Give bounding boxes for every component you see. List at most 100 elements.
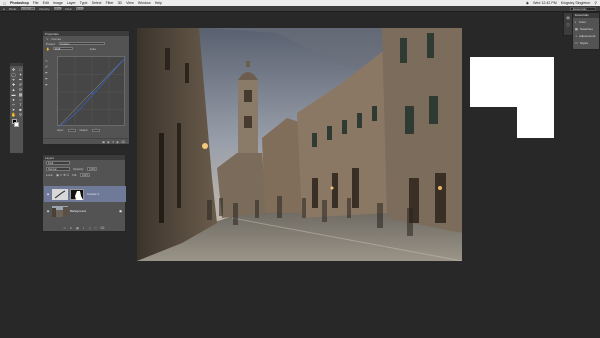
preset-select[interactable]: Custom [58, 41, 105, 46]
new-adjustment-icon[interactable]: ◐ [83, 226, 85, 230]
menu-3d[interactable]: 3D [118, 1, 123, 5]
menu-help[interactable]: Help [155, 1, 162, 5]
properties-footer: ▣ ◉ ↺ ◉ ⌫ [43, 138, 129, 144]
layers-footer: ∞ fx ▣ ◐ ▯ □ ⌫ [43, 225, 125, 231]
channel-select[interactable]: RGB [52, 46, 73, 51]
lock-icon: ▣ [119, 209, 122, 213]
menu-window[interactable]: Window [138, 1, 151, 5]
new-group-icon[interactable]: ▯ [89, 226, 91, 230]
layers-panel: Layers Kind Normal Opacity: 100% Lock: ▣… [42, 154, 126, 232]
styles-icon: ▭ [575, 40, 578, 45]
white-shape-cutout [470, 107, 517, 138]
menu-layer[interactable]: Layer [67, 1, 76, 5]
preset-label: Preset: [46, 41, 56, 46]
output-field[interactable] [92, 129, 101, 132]
delete-adjustment-icon[interactable]: ⌫ [121, 140, 125, 144]
lock-label: Lock: [46, 173, 54, 177]
opacity-label: Opacity: [39, 6, 51, 11]
swatches-panel-label: Swatches [579, 26, 593, 31]
layer-name[interactable]: Background [70, 209, 86, 213]
color-swatches[interactable] [10, 119, 23, 129]
swatches-icon: ▦ [575, 26, 578, 31]
auto-button[interactable]: Auto [90, 47, 96, 51]
color-panel-label: Color [578, 19, 586, 24]
layer-opacity-field[interactable]: 100% [87, 167, 98, 171]
color-icon: ◐ [575, 19, 577, 24]
eye-icon[interactable]: ◉ [44, 209, 52, 213]
styles-panel-tab[interactable]: ▭ Styles [573, 39, 599, 46]
background-layer-thumbnail [52, 205, 68, 217]
mode-select[interactable]: Normal [21, 7, 36, 10]
layer-row-curves[interactable]: ◉ Curves 1 [44, 186, 126, 202]
wifi-icon[interactable]: ◉ [526, 1, 529, 5]
gray-point-eyedropper-icon[interactable]: ✒ [45, 77, 51, 81]
properties-panel: Properties ∿ Curves Preset: Custom ✋ RGB… [42, 30, 130, 145]
menu-image[interactable]: Image [53, 1, 63, 5]
reset-icon[interactable]: ↺ [112, 140, 115, 144]
menu-edit[interactable]: Edit [43, 1, 49, 5]
visibility-icon[interactable]: ◉ [116, 140, 119, 144]
zoom-tool-icon[interactable]: ⚲ [17, 112, 24, 117]
swatches-panel-tab[interactable]: ▦ Swatches [573, 25, 599, 32]
layer-row-background[interactable]: ◉ Background ▣ [44, 203, 126, 219]
eye-icon[interactable]: ◉ [44, 192, 52, 196]
styles-panel-label: Styles [579, 40, 589, 45]
menu-clock[interactable]: Wed 12:42 PM [533, 1, 557, 5]
apple-menu-icon[interactable]:  [3, 1, 6, 6]
view-previous-icon[interactable]: ◉ [107, 140, 110, 144]
curve-point-tool-icon[interactable]: ∿ [45, 59, 51, 63]
layer-style-icon[interactable]: fx [70, 226, 72, 230]
document-canvas[interactable] [137, 28, 462, 261]
search-icon[interactable]: ⚲ [594, 1, 597, 5]
menu-select[interactable]: Select [92, 1, 102, 5]
flow-field[interactable]: 100% [76, 7, 84, 10]
color-panel-tab[interactable]: ◐ Color [573, 18, 599, 25]
blend-mode-select[interactable]: Normal [46, 167, 70, 171]
workspace-select[interactable]: Essentials [570, 7, 596, 11]
lock-icons[interactable]: ▣ ✐ ✥ ☑ [56, 173, 69, 177]
link-layers-icon[interactable]: ∞ [64, 226, 66, 230]
brush-preset-icon[interactable]: ● [3, 7, 5, 11]
adjustments-panel-label: Adjustments [578, 33, 596, 38]
adjustments-icon: ◑ [575, 33, 577, 38]
white-point-eyedropper-icon[interactable]: ✒ [45, 83, 51, 87]
menu-type[interactable]: Type [80, 1, 88, 5]
white-shape [470, 57, 554, 138]
add-mask-icon[interactable]: ▣ [76, 226, 79, 230]
curve-pencil-icon[interactable]: ✐ [45, 65, 51, 69]
new-layer-icon[interactable]: □ [94, 226, 96, 230]
clip-to-layer-icon[interactable]: ▣ [102, 140, 105, 144]
opacity-field[interactable]: 100% [54, 7, 62, 10]
delete-layer-icon[interactable]: ⌫ [100, 226, 104, 230]
black-point-eyedropper-icon[interactable]: ✒ [45, 71, 51, 75]
background-color-swatch[interactable] [14, 122, 19, 127]
menu-filter[interactable]: Filter [106, 1, 114, 5]
output-label: Output: [79, 129, 89, 132]
curves-adjustment-thumbnail [52, 188, 68, 200]
curves-adjustment-icon: ∿ [46, 36, 49, 41]
mode-label: Mode: [8, 6, 18, 11]
fill-field[interactable]: 100% [79, 173, 90, 177]
layer-opacity-label: Opacity: [73, 167, 85, 171]
fill-label: Fill: [72, 173, 77, 177]
input-field[interactable] [67, 129, 76, 132]
info-panel-icon[interactable]: ⓘ [566, 23, 570, 28]
menu-app-name[interactable]: Photoshop [10, 1, 29, 5]
tools-panel: ✥ □ ◯ ✦ ⌖ ✒ ✚ ✐ ▲ ⟳ ▬ ▩ ● ○ ✑ T ➤ ■ ✋ ⚲ [9, 62, 24, 154]
menu-user[interactable]: Kingsley Singleton [561, 1, 591, 5]
options-bar: ● Mode: Normal Opacity: 100% Flow: 100% … [0, 6, 600, 12]
adjustments-panel-tab[interactable]: ◑ Adjustments [573, 32, 599, 39]
channel-hand-icon[interactable]: ✋ [46, 47, 50, 51]
menu-view[interactable]: View [126, 1, 134, 5]
menu-file[interactable]: File [33, 1, 39, 5]
curves-graph[interactable] [57, 56, 127, 128]
layer-filter-select[interactable]: Kind [46, 161, 70, 165]
layer-mask-thumbnail[interactable] [70, 188, 84, 200]
input-label: Input: [57, 129, 64, 132]
layer-name[interactable]: Curves 1 [87, 192, 99, 196]
street-photo [137, 28, 462, 261]
adjustment-name: Curves [51, 36, 62, 41]
docked-panels: Essentials ◐ Color ▦ Swatches ◑ Adjustme… [572, 12, 600, 50]
hand-tool-icon[interactable]: ✋ [10, 112, 17, 117]
history-panel-icon[interactable]: ▤ [566, 16, 569, 20]
